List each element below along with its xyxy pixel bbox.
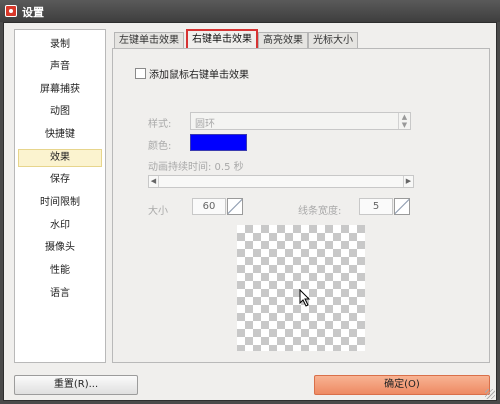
tab-cursor-size[interactable]: 光标大小 (308, 32, 358, 49)
tab-highlight[interactable]: 高亮效果 (258, 32, 308, 49)
effect-settings-panel: 添加鼠标右键单击效果 样式: 圆环 ▲ ▼ 颜色: 动画持续时间: 0.5 秒 ◀… (112, 48, 490, 363)
resize-grip-icon[interactable] (485, 389, 495, 399)
sidebar-item-time-limit[interactable]: 时间限制 (18, 194, 102, 212)
duration-label: 动画持续时间: 0.5 秒 (148, 162, 244, 173)
sidebar: 录制 声音 屏幕捕获 动图 快捷键 效果 保存 时间限制 水印 摄像头 性能 语… (14, 29, 106, 363)
settings-window: 设置 录制 声音 屏幕捕获 动图 快捷键 效果 保存 时间限制 水印 摄像头 性… (0, 0, 500, 404)
window-title: 设置 (22, 6, 44, 19)
sidebar-item-watermark[interactable]: 水印 (18, 217, 102, 235)
color-swatch[interactable] (190, 134, 247, 151)
app-icon (5, 5, 17, 17)
duration-slider[interactable]: ◀ ▶ (148, 175, 414, 188)
enable-right-click-label: 添加鼠标右键单击效果 (149, 70, 249, 81)
select-updown-icon: ▲ ▼ (398, 113, 410, 129)
effect-preview (237, 225, 365, 351)
style-select-value: 圆环 (195, 119, 215, 130)
style-select[interactable]: 圆环 ▲ ▼ (190, 112, 411, 130)
enable-right-click-checkbox[interactable] (135, 68, 146, 79)
sidebar-item-language[interactable]: 语言 (18, 285, 102, 303)
style-label: 样式: (148, 119, 172, 130)
title-bar[interactable]: 设置 (0, 0, 500, 22)
sidebar-item-sound[interactable]: 声音 (18, 58, 102, 76)
slider-right-arrow-icon[interactable]: ▶ (403, 176, 413, 187)
mouse-cursor-icon (299, 289, 311, 307)
sidebar-item-record[interactable]: 录制 (18, 36, 102, 54)
sidebar-item-save[interactable]: 保存 (18, 171, 102, 189)
line-width-input[interactable]: 5 (359, 198, 393, 215)
tab-left-click[interactable]: 左键单击效果 (114, 32, 184, 49)
slider-left-arrow-icon[interactable]: ◀ (149, 176, 159, 187)
size-label: 大小 (148, 206, 168, 217)
line-width-label: 线条宽度: (298, 206, 342, 217)
sidebar-item-gif[interactable]: 动图 (18, 103, 102, 121)
line-width-stepper-icon[interactable] (394, 198, 410, 215)
size-input[interactable]: 60 (192, 198, 226, 215)
reset-button[interactable]: 重置(R)... (14, 375, 138, 395)
sidebar-item-performance[interactable]: 性能 (18, 262, 102, 280)
sidebar-item-hotkeys[interactable]: 快捷键 (18, 126, 102, 144)
sidebar-item-camera[interactable]: 摄像头 (18, 239, 102, 257)
sidebar-item-capture[interactable]: 屏幕捕获 (18, 81, 102, 99)
color-label: 颜色: (148, 141, 172, 152)
effect-tabs: 左键单击效果 右键单击效果 高亮效果 光标大小 (112, 29, 492, 50)
sidebar-item-effects[interactable]: 效果 (18, 149, 102, 167)
ok-button[interactable]: 确定(O) (314, 375, 490, 395)
size-stepper-icon[interactable] (227, 198, 243, 215)
tab-right-click[interactable]: 右键单击效果 (186, 29, 258, 50)
client-area: 录制 声音 屏幕捕获 动图 快捷键 效果 保存 时间限制 水印 摄像头 性能 语… (3, 22, 497, 401)
